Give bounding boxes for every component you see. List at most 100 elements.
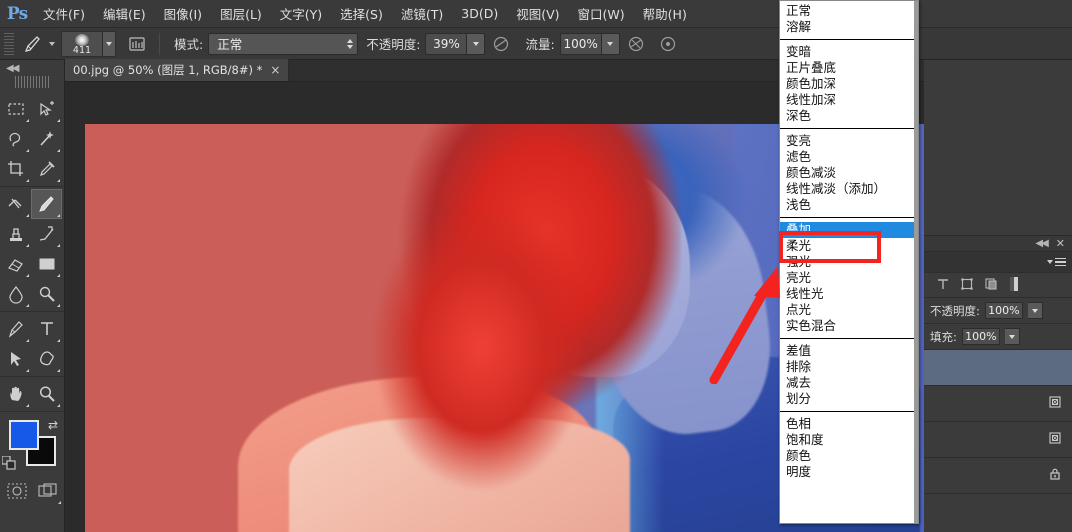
smoothing-options-icon[interactable] [655, 32, 681, 56]
brush-size-control[interactable]: 411 [61, 31, 116, 57]
blend-mode-item-饱和度[interactable]: 饱和度 [780, 432, 918, 448]
layer-fill-value[interactable]: 100% [962, 328, 1000, 345]
panel-menu-icon[interactable] [1047, 258, 1066, 267]
menu-item-2[interactable]: 图像(I) [155, 0, 211, 27]
canvas-area[interactable] [65, 82, 1072, 532]
opacity-dropdown-button[interactable] [467, 33, 485, 55]
brush-size-dropdown-button[interactable] [103, 31, 116, 57]
blend-mode-item-亮光[interactable]: 亮光 [780, 270, 918, 286]
blend-mode-item-变暗[interactable]: 变暗 [780, 44, 918, 60]
menu-item-8[interactable]: 视图(V) [507, 0, 568, 27]
history-brush-tool[interactable] [31, 219, 62, 249]
link-icon[interactable] [1048, 395, 1062, 413]
flow-dropdown-button[interactable] [602, 33, 620, 55]
opacity-control[interactable]: 39% [425, 33, 485, 55]
type-filter-icon[interactable] [936, 277, 950, 294]
blend-mode-item-叠加[interactable]: 叠加 [780, 222, 918, 238]
blend-mode-item-线性光[interactable]: 线性光 [780, 286, 918, 302]
blend-mode-item-线性减淡（添加）[interactable]: 线性减淡（添加） [780, 181, 918, 197]
blend-mode-item-划分[interactable]: 划分 [780, 391, 918, 407]
dodge-tool[interactable] [31, 279, 62, 309]
flow-control[interactable]: 100% [560, 33, 620, 55]
layer-opacity-dropdown[interactable] [1028, 302, 1043, 319]
blend-mode-item-滤色[interactable]: 滤色 [780, 149, 918, 165]
layer-row-locked[interactable] [924, 458, 1072, 494]
tools-panel-grip[interactable] [15, 76, 49, 88]
layer-row-linked-1[interactable] [924, 386, 1072, 422]
magic-wand-tool[interactable] [31, 124, 62, 154]
blur-tool[interactable] [0, 279, 31, 309]
menu-item-1[interactable]: 编辑(E) [94, 0, 155, 27]
custom-shape-tool[interactable] [31, 344, 62, 374]
collapse-panel-icon[interactable]: ◀◀ [1035, 238, 1046, 249]
menu-item-4[interactable]: 文字(Y) [271, 0, 331, 27]
menu-item-10[interactable]: 帮助(H) [634, 0, 696, 27]
layer-row-linked-2[interactable] [924, 422, 1072, 458]
clone-stamp-tool[interactable] [0, 219, 31, 249]
menu-item-6[interactable]: 滤镜(T) [392, 0, 452, 27]
type-tool[interactable] [31, 314, 62, 344]
pen-tool[interactable] [0, 314, 31, 344]
brush-preset-caret-icon[interactable] [49, 42, 55, 46]
blend-mode-item-颜色减淡[interactable]: 颜色减淡 [780, 165, 918, 181]
close-icon[interactable]: ✕ [1056, 237, 1065, 250]
opacity-pressure-icon[interactable] [488, 32, 514, 56]
menu-item-7[interactable]: 3D(D) [452, 2, 507, 25]
document-tab[interactable]: 00.jpg @ 50% (图层 1, RGB/8#) * × [65, 59, 289, 81]
blend-mode-item-点光[interactable]: 点光 [780, 302, 918, 318]
brush-panel-toggle-icon[interactable] [124, 32, 150, 56]
blend-mode-item-线性加深[interactable]: 线性加深 [780, 92, 918, 108]
blend-mode-item-浅色[interactable]: 浅色 [780, 197, 918, 213]
quick-mask-icon[interactable] [1, 476, 32, 506]
blend-mode-item-正常[interactable]: 正常 [780, 3, 918, 19]
blend-mode-item-强光[interactable]: 强光 [780, 254, 918, 270]
crop-tool[interactable] [0, 154, 31, 184]
menu-item-3[interactable]: 图层(L) [211, 0, 271, 27]
blend-mode-item-减去[interactable]: 减去 [780, 375, 918, 391]
zoom-tool[interactable] [31, 379, 62, 409]
link-icon[interactable] [1048, 431, 1062, 449]
blend-mode-item-深色[interactable]: 深色 [780, 108, 918, 124]
smart-object-filter-icon[interactable] [984, 277, 998, 294]
lasso-tool[interactable] [0, 124, 31, 154]
shape-filter-icon[interactable] [960, 277, 974, 294]
default-colors-icon[interactable] [2, 456, 16, 470]
blend-mode-item-实色混合[interactable]: 实色混合 [780, 318, 918, 334]
swap-colors-icon[interactable]: ⇄ [48, 418, 58, 432]
blend-mode-item-柔光[interactable]: 柔光 [780, 238, 918, 254]
dropdown-scrollbar[interactable] [914, 1, 918, 524]
blend-mode-select[interactable]: 正常 [208, 33, 358, 55]
layer-row-active[interactable] [924, 350, 1072, 386]
blend-mode-item-溶解[interactable]: 溶解 [780, 19, 918, 35]
blend-mode-dropdown-menu[interactable]: 正常溶解变暗正片叠底颜色加深线性加深深色变亮滤色颜色减淡线性减淡（添加）浅色叠加… [779, 0, 919, 524]
blend-mode-item-排除[interactable]: 排除 [780, 359, 918, 375]
layer-fill-dropdown[interactable] [1005, 328, 1020, 345]
blend-mode-item-差值[interactable]: 差值 [780, 343, 918, 359]
blend-mode-item-正片叠底[interactable]: 正片叠底 [780, 60, 918, 76]
menu-item-5[interactable]: 选择(S) [331, 0, 392, 27]
lock-icon[interactable] [1048, 467, 1062, 485]
options-bar-grip[interactable] [4, 33, 14, 55]
path-selection-tool[interactable] [0, 344, 31, 374]
gradient-tool[interactable] [31, 249, 62, 279]
marquee-tool[interactable] [0, 94, 31, 124]
brush-tool-icon[interactable] [19, 32, 47, 56]
opacity-value[interactable]: 39% [425, 33, 467, 55]
brush-size-preview[interactable]: 411 [61, 31, 103, 57]
adjustment-filter-icon[interactable] [1008, 276, 1020, 295]
menu-item-9[interactable]: 窗口(W) [569, 0, 634, 27]
menu-item-0[interactable]: 文件(F) [34, 0, 94, 27]
blend-mode-item-色相[interactable]: 色相 [780, 416, 918, 432]
blend-mode-item-明度[interactable]: 明度 [780, 464, 918, 480]
tools-panel-collapse-button[interactable]: ◀◀ [0, 60, 64, 76]
screen-mode-icon[interactable] [32, 476, 63, 506]
eyedropper-tool[interactable] [31, 154, 62, 184]
blend-mode-item-颜色[interactable]: 颜色 [780, 448, 918, 464]
close-icon[interactable]: × [270, 64, 280, 76]
healing-brush-tool[interactable] [0, 189, 31, 219]
blend-mode-item-变亮[interactable]: 变亮 [780, 133, 918, 149]
blend-mode-item-颜色加深[interactable]: 颜色加深 [780, 76, 918, 92]
flow-value[interactable]: 100% [560, 33, 602, 55]
brush-tool[interactable] [31, 189, 62, 219]
hand-tool[interactable] [0, 379, 31, 409]
